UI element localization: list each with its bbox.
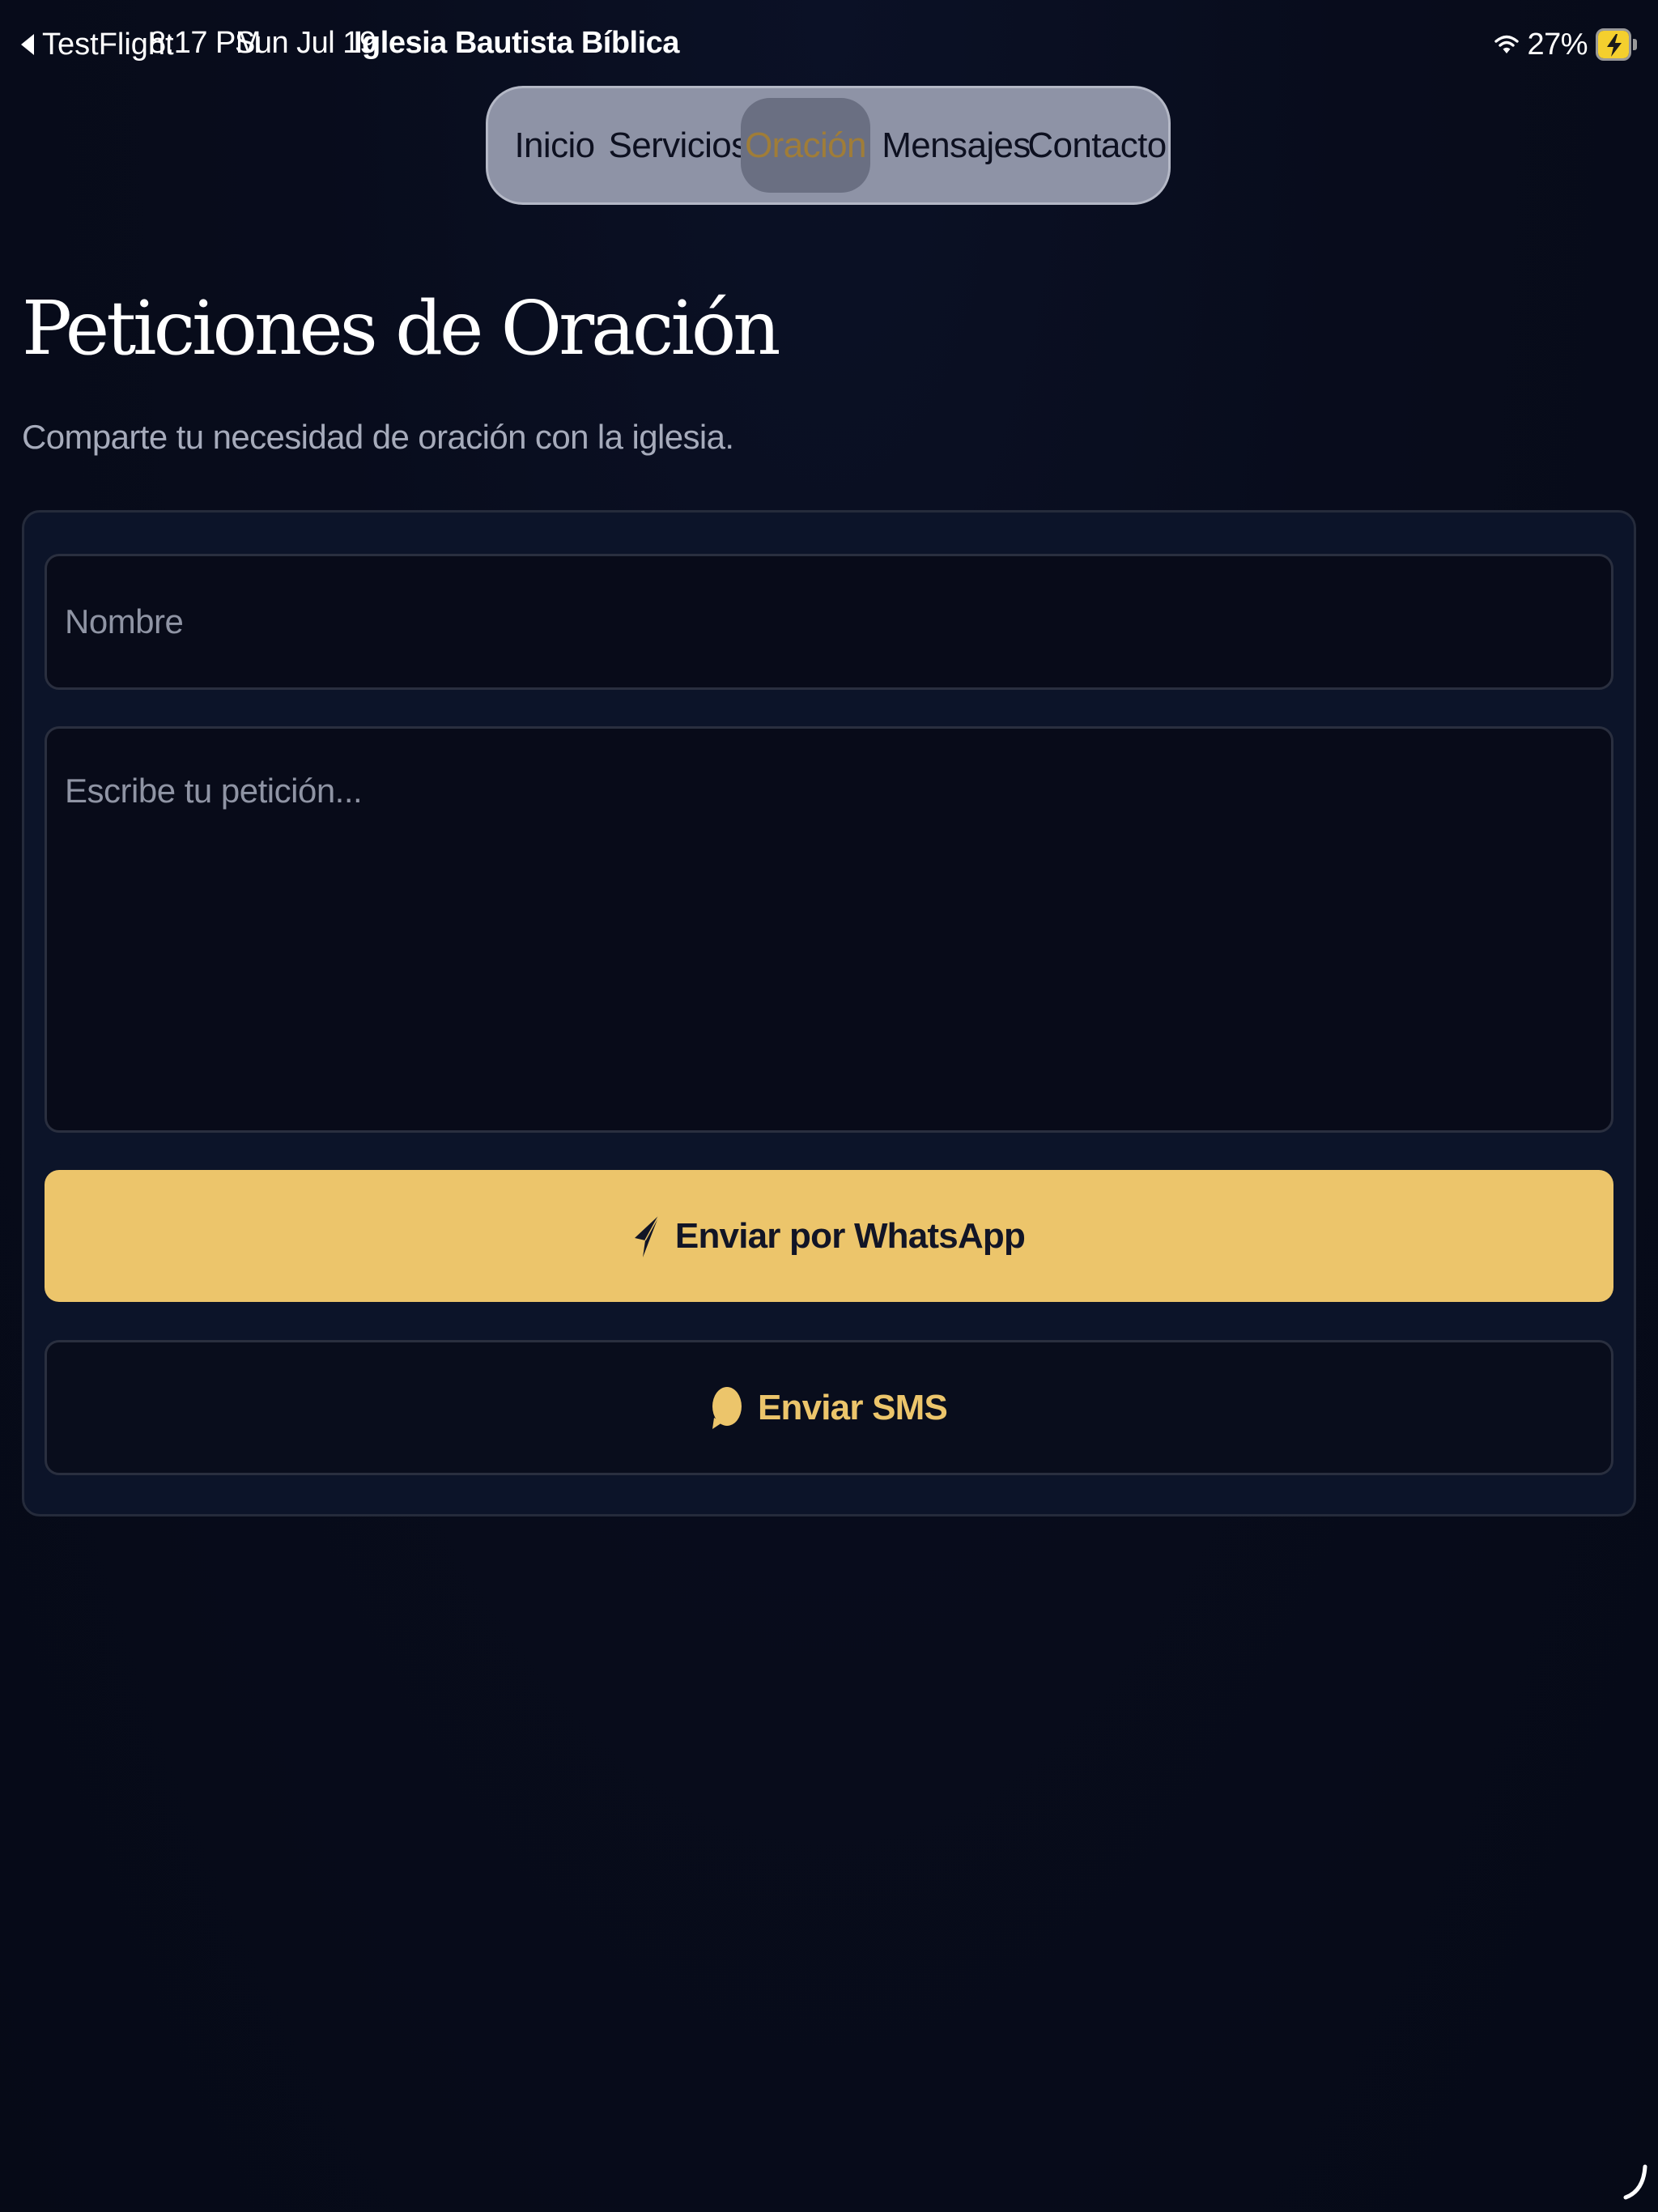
chat-bubble-icon [712, 1386, 742, 1429]
nav-item-mensajes[interactable]: Mensajes [882, 88, 1031, 202]
name-input[interactable] [45, 554, 1613, 690]
status-indicators: 27% [1494, 24, 1637, 65]
nav-item-inicio[interactable]: Inicio [504, 88, 605, 202]
send-icon [634, 1214, 660, 1257]
nav-item-contacto[interactable]: Contacto [1027, 88, 1167, 202]
send-sms-button[interactable]: Enviar SMS [45, 1340, 1613, 1475]
prayer-request-textarea[interactable] [45, 726, 1613, 1133]
back-arrow-icon [21, 34, 34, 55]
send-sms-label: Enviar SMS [757, 1387, 948, 1427]
battery-cap [1633, 39, 1637, 50]
prayer-request-form: Enviar por WhatsApp Enviar SMS [22, 510, 1636, 1516]
send-whatsapp-label: Enviar por WhatsApp [674, 1215, 1026, 1256]
scroll-corner-icon [1623, 2164, 1647, 2200]
send-whatsapp-button[interactable]: Enviar por WhatsApp [45, 1170, 1613, 1302]
wifi-icon [1494, 35, 1520, 53]
main-nav: Inicio Servicios Oración Mensajes Contac… [486, 86, 1171, 205]
nav-item-servicios[interactable]: Servicios [608, 88, 749, 202]
page-title: Peticiones de Oración [22, 285, 781, 372]
status-bar: TestFlight 8:17 PM Sun Jul 19 Iglesia Ba… [0, 0, 1658, 89]
app-name: Iglesia Bautista Bíblica [354, 26, 679, 60]
battery-percent: 27% [1527, 27, 1588, 62]
page-subtitle: Comparte tu necesidad de oración con la … [22, 418, 734, 456]
battery-charging-icon [1596, 28, 1631, 61]
nav-item-oracion[interactable]: Oración [741, 98, 870, 193]
